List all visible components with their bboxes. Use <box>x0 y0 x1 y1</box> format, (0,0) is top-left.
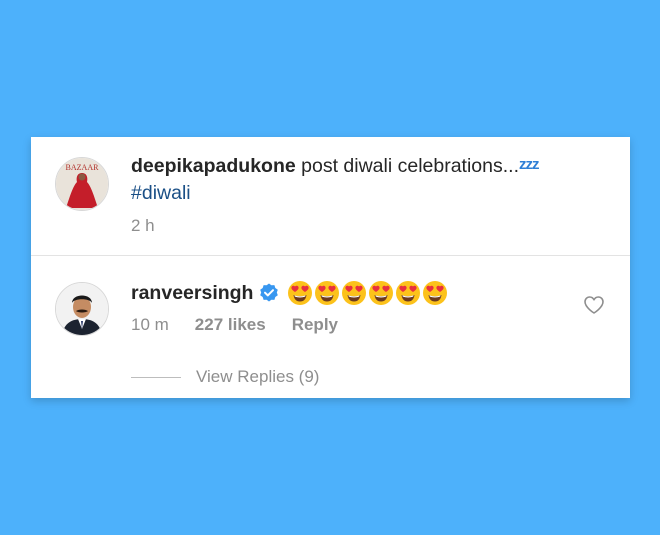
heart-eyes-emoji-icon: 😍 <box>315 281 340 305</box>
post-username[interactable]: deepikapadukone <box>131 155 296 177</box>
comment-text-line: ranveersingh 😍 😍 😍 😍 😍 😍 <box>131 279 448 307</box>
heart-eyes-emoji-icon: 😍 <box>288 281 313 305</box>
comment-username[interactable]: ranveersingh <box>131 279 253 307</box>
like-heart-icon[interactable] <box>583 295 605 315</box>
emoji-row: 😍 😍 😍 😍 😍 😍 <box>287 280 448 306</box>
caption-text: post diwali celebrations... <box>301 155 520 177</box>
hashtag-link[interactable]: #diwali <box>131 182 191 204</box>
post-author-avatar[interactable]: BAZAAR <box>55 157 109 211</box>
comment-meta: 10 m 227 likes Reply <box>131 315 338 335</box>
profile-photo <box>56 283 108 335</box>
comment-card: BAZAAR deepikapadukone post diwali celeb… <box>31 137 630 398</box>
magazine-title: BAZAAR <box>66 163 100 172</box>
view-replies-label: View Replies (9) <box>196 367 320 386</box>
view-replies-button[interactable]: View Replies (9) <box>131 367 319 387</box>
likes-count-link[interactable]: 227 likes <box>195 315 266 335</box>
view-replies-line <box>131 376 181 378</box>
post-timestamp: 2 h <box>131 216 155 235</box>
heart-eyes-emoji-icon: 😍 <box>396 281 421 305</box>
commenter-avatar[interactable] <box>55 282 109 336</box>
reply-button[interactable]: Reply <box>292 315 338 335</box>
divider <box>31 255 630 256</box>
heart-eyes-emoji-icon: 😍 <box>342 281 367 305</box>
post-caption: deepikapadukone post diwali celebrations… <box>131 151 601 207</box>
zzz-icon: zzz <box>519 156 539 173</box>
heart-eyes-emoji-icon: 😍 <box>423 281 448 305</box>
magazine-cover-image: BAZAAR <box>56 158 108 210</box>
comment-timestamp: 10 m <box>131 315 169 334</box>
verified-badge-icon <box>260 283 279 302</box>
heart-eyes-emoji-icon: 😍 <box>369 281 394 305</box>
